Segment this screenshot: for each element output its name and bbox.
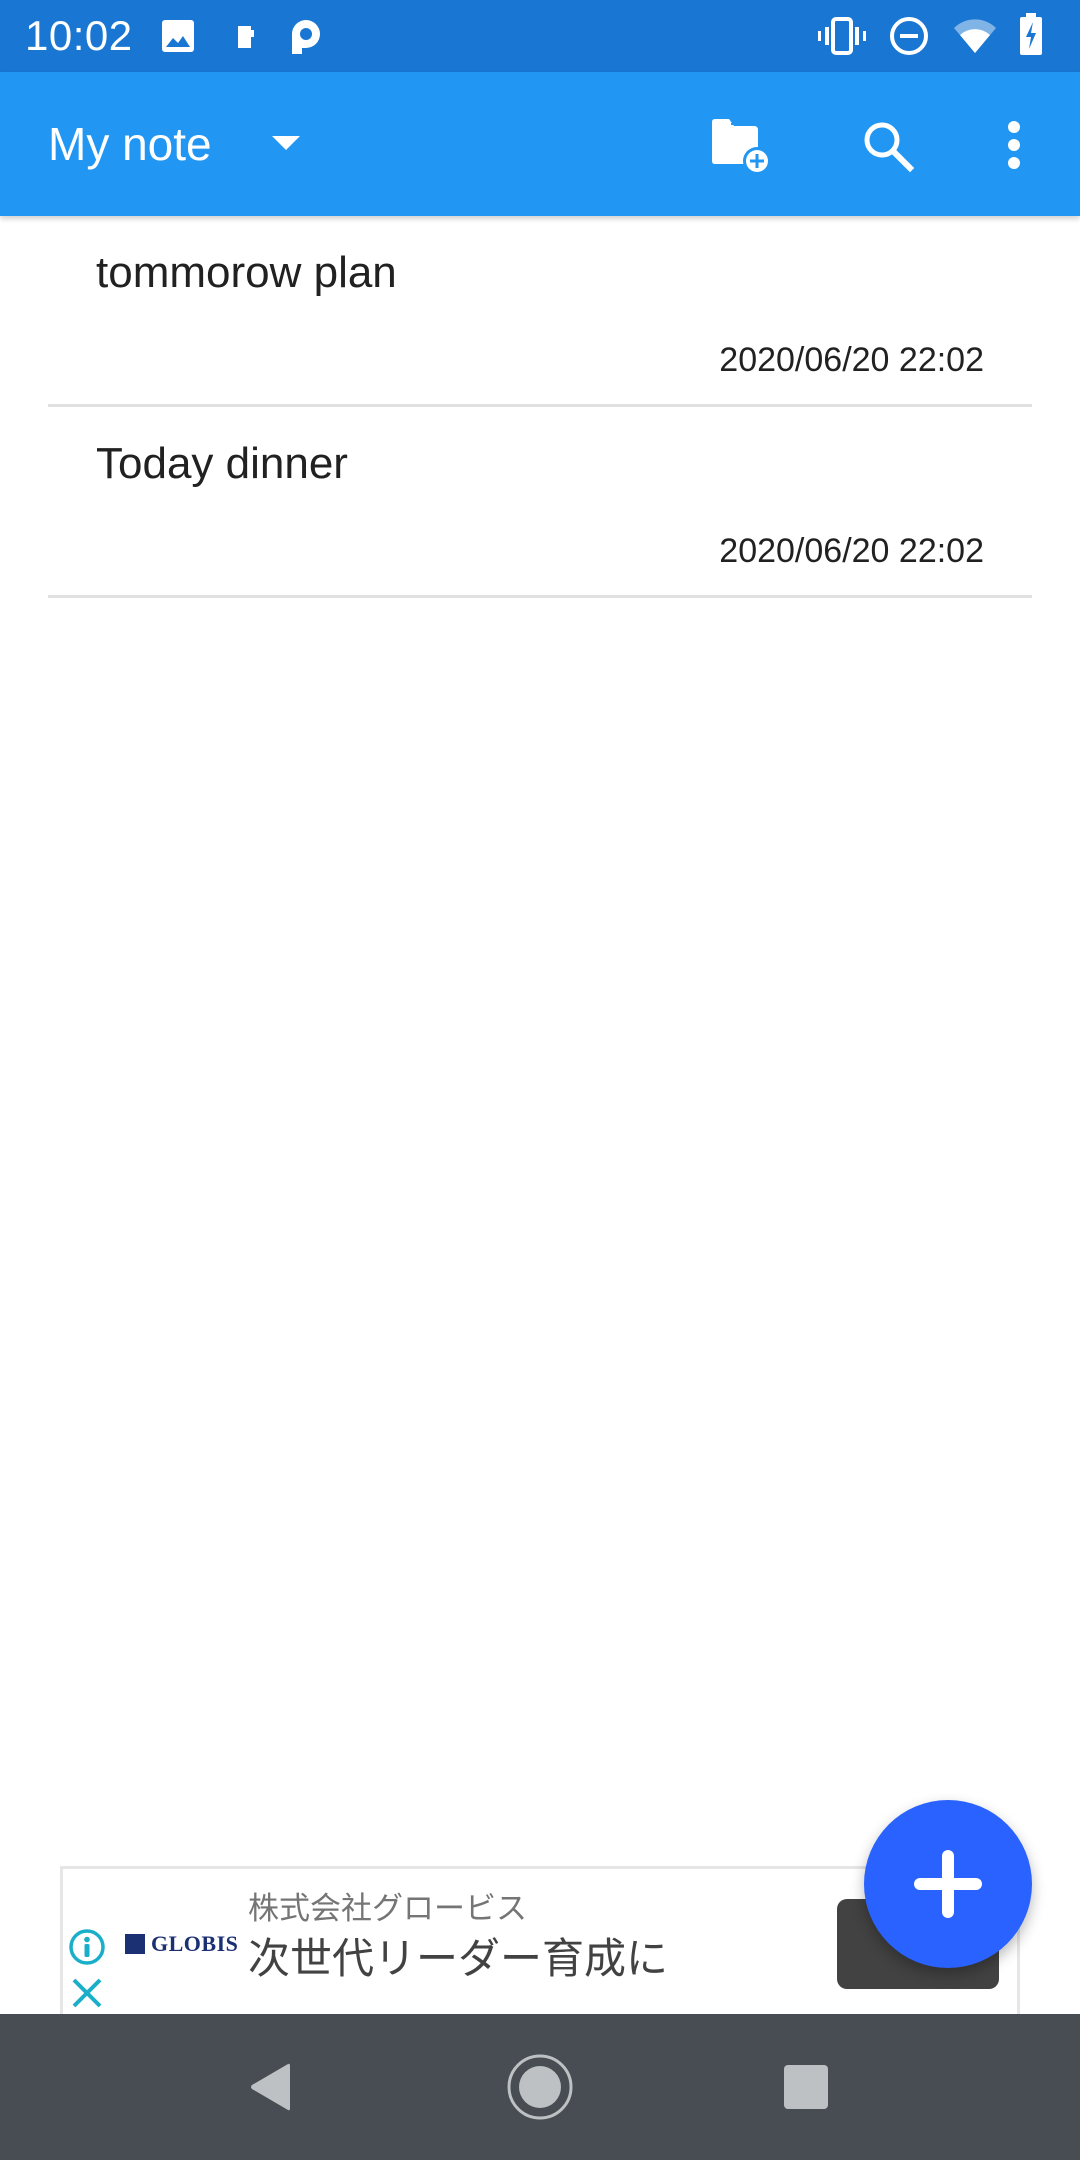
back-button[interactable] [220, 2037, 320, 2137]
status-bar: 10:02 [0, 0, 1080, 72]
do-not-disturb-icon [890, 17, 928, 55]
new-folder-button[interactable] [700, 104, 784, 188]
home-icon [507, 2054, 573, 2120]
note-list-item[interactable]: tommorow plan 2020/06/20 22:02 [0, 216, 1080, 407]
more-options-button[interactable] [972, 104, 1056, 188]
divider [48, 595, 1032, 598]
home-button[interactable] [490, 2037, 590, 2137]
ad-close-icon[interactable] [71, 1977, 103, 2009]
ad-info-icon[interactable] [67, 1927, 107, 1967]
recents-button[interactable] [756, 2037, 856, 2137]
search-icon [864, 122, 915, 173]
note-list-item[interactable]: Today dinner 2020/06/20 22:02 [0, 407, 1080, 598]
note-title: tommorow plan [96, 248, 397, 297]
ad-company: 株式会社グロービス [248, 1891, 527, 1927]
toolbar: My note [0, 72, 1080, 216]
image-notification-icon [162, 20, 194, 52]
battery-charging-icon [1020, 13, 1042, 55]
note-date: 2020/06/20 22:02 [719, 532, 984, 570]
back-icon [251, 2063, 290, 2111]
more-vert-icon [1008, 121, 1020, 169]
screen: 10:02 My note tommorow plan 2020/06/20 2… [0, 0, 1080, 2160]
add-icon [914, 1850, 982, 1918]
recents-icon [784, 2065, 828, 2109]
sd-card-notification-icon [238, 26, 254, 48]
status-time: 10:02 [25, 12, 133, 59]
globis-logo-icon [125, 1934, 145, 1954]
search-button[interactable] [846, 104, 930, 188]
notebook-selector[interactable]: My note [48, 116, 212, 172]
vibrate-icon [818, 17, 866, 55]
note-title: Today dinner [96, 439, 348, 488]
note-list: tommorow plan 2020/06/20 22:02 Today din… [0, 216, 1080, 598]
create-new-folder-icon [712, 119, 771, 175]
ad-brand-logo: GLOBIS [125, 1931, 238, 1957]
note-date: 2020/06/20 22:02 [719, 341, 984, 379]
dropdown-arrow-icon[interactable] [270, 134, 302, 152]
wifi-icon [954, 19, 996, 53]
p-app-notification-icon [292, 20, 320, 54]
add-note-fab[interactable] [864, 1800, 1032, 1968]
ad-brand-name: GLOBIS [151, 1931, 239, 1956]
navigation-bar [0, 2014, 1080, 2160]
ad-headline: 次世代リーダー育成に [248, 1934, 669, 1983]
